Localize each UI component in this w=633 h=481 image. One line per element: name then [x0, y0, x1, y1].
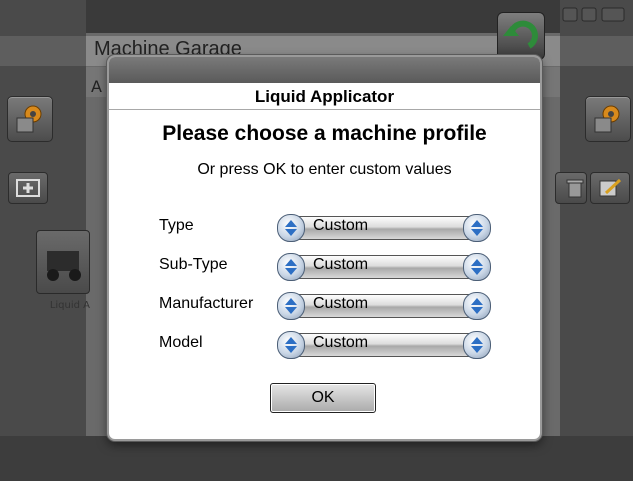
model-label: Model [159, 334, 203, 351]
left-settings-button[interactable] [7, 96, 53, 142]
dialog-heading: Please choose a machine profile [162, 122, 487, 145]
sub-type-spinner[interactable]: Custom [277, 253, 491, 281]
edit-machine-button[interactable] [590, 172, 630, 204]
sub-type-prev-button[interactable] [277, 253, 305, 281]
manufacturer-value: Custom [313, 295, 369, 312]
model-spinner[interactable]: Custom [277, 331, 491, 359]
add-icon [16, 179, 40, 197]
sub-type-label: Sub-Type [159, 256, 228, 273]
chevron-up-down-icon [471, 220, 483, 236]
ok-button[interactable]: OK [270, 383, 376, 413]
manufacturer-prev-button[interactable] [277, 292, 305, 320]
chevron-up-down-icon [285, 220, 297, 236]
type-next-button[interactable] [463, 214, 491, 242]
right-settings-button[interactable] [585, 96, 631, 142]
machine-thumbnail[interactable] [36, 230, 90, 294]
dialog-subheading: Or press OK to enter custom values [197, 161, 452, 178]
dialog-header: Liquid Applicator [109, 83, 540, 110]
machine-profile-dialog: Liquid Applicator Please choose a machin… [107, 55, 542, 441]
chevron-up-down-icon [285, 337, 297, 353]
window-controls[interactable] [562, 6, 626, 24]
add-machine-button[interactable] [8, 172, 48, 204]
type-prev-button[interactable] [277, 214, 305, 242]
subtitle-text: A [91, 77, 102, 96]
model-prev-button[interactable] [277, 331, 305, 359]
gear-settings-icon [594, 105, 620, 133]
top-bar [86, 0, 560, 33]
back-button[interactable] [497, 12, 545, 60]
gear-settings-icon [16, 105, 42, 133]
liquid-applicator-icon [47, 251, 81, 281]
manufacturer-label: Manufacturer [159, 295, 254, 312]
type-spinner[interactable]: Custom [277, 214, 491, 242]
machine-label: Liquid A [49, 300, 90, 311]
chevron-up-down-icon [471, 337, 483, 353]
right-strip [560, 36, 633, 66]
left-strip [0, 36, 86, 66]
trash-icon [566, 179, 584, 198]
dialog-title-bar [109, 57, 540, 83]
back-arrow-icon [503, 20, 538, 49]
right-panel [560, 0, 633, 481]
model-next-button[interactable] [463, 331, 491, 359]
sub-type-value: Custom [313, 256, 369, 273]
manufacturer-spinner[interactable]: Custom [277, 292, 491, 320]
chevron-up-down-icon [471, 259, 483, 275]
edit-icon [599, 178, 622, 197]
type-value: Custom [313, 217, 369, 234]
type-label: Type [159, 217, 194, 234]
chevron-up-down-icon [285, 259, 297, 275]
delete-machine-button[interactable] [555, 172, 587, 204]
manufacturer-next-button[interactable] [463, 292, 491, 320]
chevron-up-down-icon [471, 298, 483, 314]
sub-type-next-button[interactable] [463, 253, 491, 281]
model-value: Custom [313, 334, 369, 351]
chevron-up-down-icon [285, 298, 297, 314]
bottom-bar [0, 436, 633, 481]
